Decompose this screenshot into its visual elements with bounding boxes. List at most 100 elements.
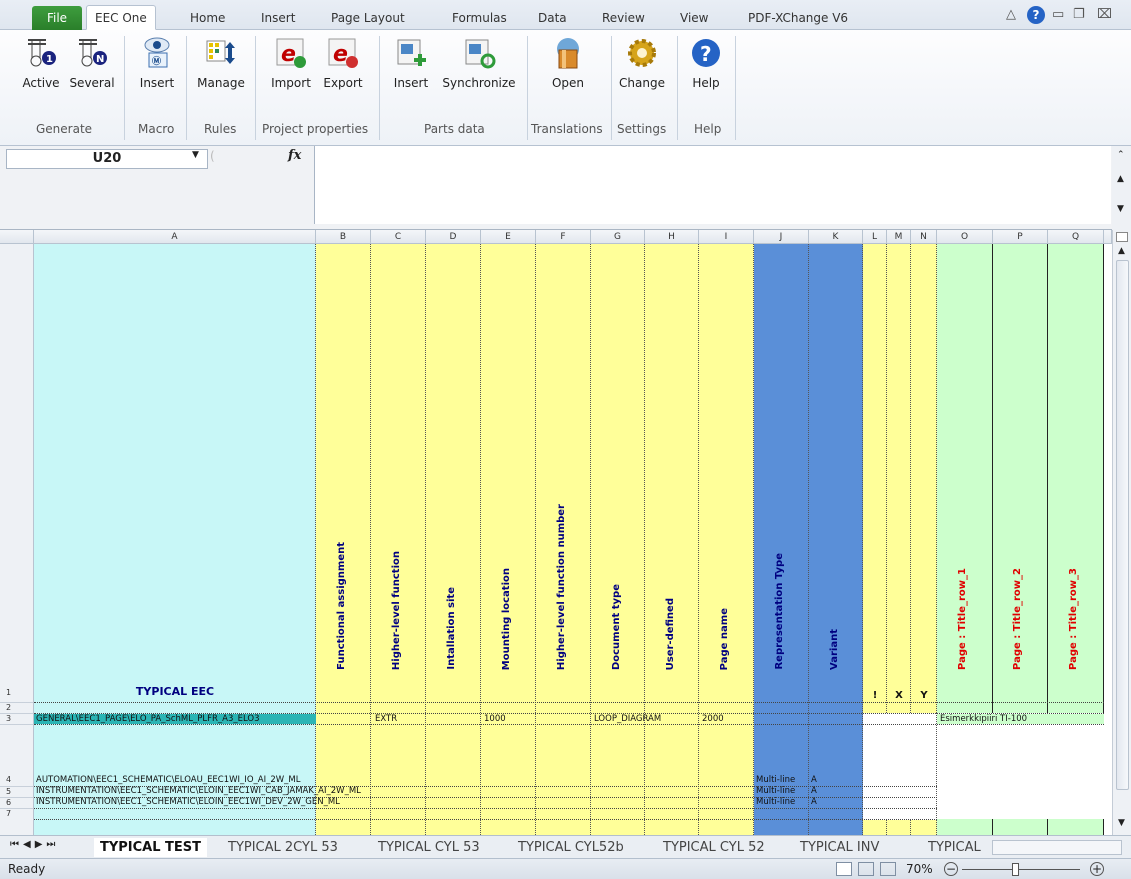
column-header-p[interactable]: P <box>993 230 1048 244</box>
change-button[interactable]: Change <box>617 36 667 100</box>
help-button[interactable]: ? Help <box>688 36 724 100</box>
cell-o3[interactable]: Esimerkkipiiri TI-100 <box>940 714 1027 724</box>
sheet-tab-typical-test[interactable]: TYPICAL TEST <box>94 838 208 857</box>
sheet-tab-typical[interactable]: TYPICAL <box>928 838 988 857</box>
cell-f1[interactable]: Higher-level function number <box>556 504 567 670</box>
cell-e3[interactable]: 1000 <box>484 714 506 724</box>
manage-button[interactable]: Manage <box>193 36 249 100</box>
open-button[interactable]: Open <box>545 36 591 100</box>
cell-c1[interactable]: Higher-level function <box>391 551 402 670</box>
close-icon[interactable]: ⌧ <box>1097 7 1112 22</box>
zoom-level[interactable]: 70% <box>906 859 933 879</box>
name-box-dropdown-icon[interactable]: ▼ <box>192 150 199 160</box>
import-button[interactable]: e Import <box>266 36 316 100</box>
tab-review[interactable]: Review <box>602 6 645 30</box>
column-e-area[interactable] <box>481 244 536 835</box>
tab-insert[interactable]: Insert <box>261 6 295 30</box>
row-header-4[interactable]: 4 <box>0 724 34 786</box>
column-header-f[interactable]: F <box>536 230 591 244</box>
sheet-nav-arrows-icon[interactable]: ⏮◀▶⏭ <box>10 839 59 850</box>
cell-h1[interactable]: User-defined <box>665 598 676 670</box>
sheet-tab-typical-cyl52b[interactable]: TYPICAL CYL52b <box>518 838 624 857</box>
column-header-k[interactable]: K <box>809 230 863 244</box>
cell-p1[interactable]: Page : Title_row_2 <box>1012 568 1023 670</box>
cell-k4[interactable]: A <box>811 775 817 785</box>
page-layout-view-icon[interactable] <box>858 862 874 876</box>
column-i-area[interactable] <box>699 244 754 835</box>
cell-a3[interactable]: GENERAL\EEC1_PAGE\ELO_PA_SchML_PLFR_A3_E… <box>36 714 260 724</box>
row-header-5[interactable]: 5 <box>0 786 34 797</box>
column-header-i[interactable]: I <box>699 230 754 244</box>
tab-eec-one[interactable]: EEC One <box>86 5 156 30</box>
zoom-slider-thumb[interactable] <box>1012 863 1019 876</box>
sheet-tab-typical-cyl-52[interactable]: TYPICAL CYL 52 <box>663 838 765 857</box>
cell-n1[interactable]: Y <box>911 690 937 701</box>
column-header-c[interactable]: C <box>371 230 426 244</box>
select-all-corner[interactable] <box>0 230 34 244</box>
scroll-up-icon[interactable]: ▲ <box>1117 174 1124 184</box>
column-a-area[interactable] <box>34 244 316 835</box>
formula-bar-scrollbar[interactable]: ⌃ ▲ ▼ <box>1112 146 1131 230</box>
column-header-n[interactable]: N <box>911 230 937 244</box>
normal-view-icon[interactable] <box>836 862 852 876</box>
zoom-in-icon[interactable]: + <box>1090 862 1104 876</box>
cell-m1[interactable]: X <box>887 690 911 701</box>
active-button[interactable]: 1 Active <box>18 36 64 100</box>
cell-k6[interactable]: A <box>811 797 817 807</box>
column-header-b[interactable]: B <box>316 230 371 244</box>
cell-a5[interactable]: INSTRUMENTATION\EEC1_SCHEMATIC\ELOIN_EEC… <box>36 786 361 796</box>
sheet-tab-typical-inv[interactable]: TYPICAL INV <box>800 838 879 857</box>
tab-view[interactable]: View <box>680 6 708 30</box>
column-header-e[interactable]: E <box>481 230 536 244</box>
column-header-m[interactable]: M <box>887 230 911 244</box>
cell-k5[interactable]: A <box>811 786 817 796</box>
column-header-g[interactable]: G <box>591 230 645 244</box>
help-icon[interactable]: ? <box>1027 6 1045 24</box>
scroll-down-icon[interactable]: ▼ <box>1117 204 1124 214</box>
column-header-r[interactable] <box>1104 230 1112 244</box>
formula-bar-splitter[interactable]: ( <box>210 149 215 163</box>
cell-a4[interactable]: AUTOMATION\EEC1_SCHEMATIC\ELOAU_EEC1WI_I… <box>36 775 300 785</box>
ribbon-minimize-icon[interactable]: △ <box>1006 7 1016 22</box>
column-c-area[interactable] <box>371 244 426 835</box>
row-header-7[interactable]: 7 <box>0 808 34 835</box>
column-header-a[interactable]: A <box>34 230 316 244</box>
column-header-o[interactable]: O <box>937 230 993 244</box>
cell-l1[interactable]: ! <box>863 690 887 701</box>
formula-input[interactable] <box>314 146 1111 224</box>
column-header-d[interactable]: D <box>426 230 481 244</box>
scroll-up-arrow-icon[interactable]: ▲ <box>1118 246 1125 256</box>
name-box[interactable]: U20 <box>6 149 208 169</box>
cell-g1[interactable]: Document type <box>611 584 622 670</box>
restore-icon[interactable]: ❐ <box>1073 7 1085 22</box>
column-g-area[interactable] <box>591 244 645 835</box>
column-header-h[interactable]: H <box>645 230 699 244</box>
worksheet-grid[interactable]: A B C D E F G H I J K L M N O P Q 1 2 3 … <box>0 230 1112 835</box>
cell-c3[interactable]: EXTR <box>375 714 397 724</box>
empty-lmn-block[interactable] <box>863 713 937 820</box>
page-break-view-icon[interactable] <box>880 862 896 876</box>
scroll-down-arrow-icon[interactable]: ▼ <box>1118 818 1125 828</box>
cell-j1[interactable]: Representation Type <box>774 553 785 670</box>
cell-j4[interactable]: Multi-line <box>756 775 795 785</box>
vertical-scrollbar[interactable]: ▲ ▼ <box>1112 230 1131 835</box>
column-j-area[interactable] <box>754 244 809 835</box>
tab-formulas[interactable]: Formulas <box>452 6 507 30</box>
column-h-area[interactable] <box>645 244 699 835</box>
tab-page-layout[interactable]: Page Layout <box>331 6 405 30</box>
minimize-icon[interactable]: ▭ <box>1052 7 1064 22</box>
column-header-q[interactable]: Q <box>1048 230 1104 244</box>
export-button[interactable]: e Export <box>318 36 368 100</box>
synchronize-button[interactable]: Synchronize <box>438 36 520 100</box>
column-k-area[interactable] <box>809 244 863 835</box>
tab-data[interactable]: Data <box>538 6 567 30</box>
cell-j5[interactable]: Multi-line <box>756 786 795 796</box>
tab-pdf-xchange[interactable]: PDF-XChange V6 <box>748 6 848 30</box>
cell-j6[interactable]: Multi-line <box>756 797 795 807</box>
cell-o1[interactable]: Page : Title_row_1 <box>957 568 968 670</box>
cell-g3[interactable]: LOOP_DIAGRAM <box>594 714 661 724</box>
row-header-6[interactable]: 6 <box>0 797 34 808</box>
insert-function-icon[interactable]: fx <box>288 148 301 163</box>
cell-e1[interactable]: Mounting location <box>501 568 512 670</box>
cell-b1[interactable]: Functional assignment <box>336 542 347 670</box>
